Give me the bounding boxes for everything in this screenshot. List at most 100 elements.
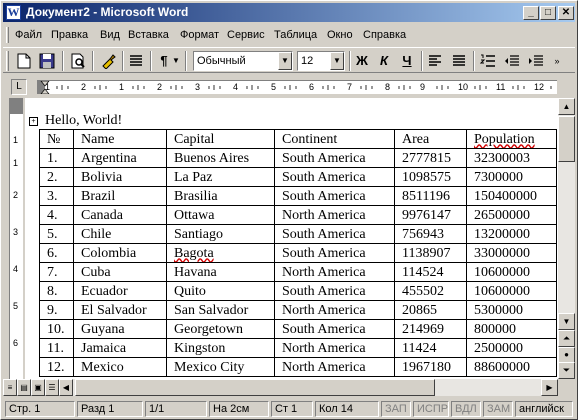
format-painter-icon[interactable]	[97, 51, 119, 71]
horizontal-scroll-thumb[interactable]	[75, 379, 435, 396]
table-cell[interactable]: El Salvador	[73, 300, 167, 320]
table-cell[interactable]: South America	[274, 281, 395, 301]
header-cell[interactable]: Continent	[274, 129, 395, 149]
table-cell[interactable]: 10600000	[466, 281, 557, 301]
table-cell[interactable]: Brasilia	[166, 186, 275, 206]
status-track-changes[interactable]: ИСПР	[413, 401, 449, 417]
table-cell[interactable]: Kingston	[166, 338, 275, 358]
word-app-icon[interactable]: W	[6, 5, 21, 20]
header-cell[interactable]: Name	[73, 129, 167, 149]
vertical-ruler[interactable]: 1 1 2 3 4 5 6	[3, 98, 25, 379]
table-cell[interactable]: San Salvador	[166, 300, 275, 320]
table-cell[interactable]: 5300000	[466, 300, 557, 320]
close-button[interactable]: ✕	[558, 6, 574, 20]
table-cell[interactable]: Bagota	[166, 243, 275, 263]
table-cell[interactable]: Colombia	[73, 243, 167, 263]
table-cell[interactable]: South America	[274, 319, 395, 339]
header-cell[interactable]: Population	[466, 129, 557, 149]
status-extend-selection[interactable]: ВДЛ	[451, 401, 481, 417]
table-cell[interactable]: 1967180	[394, 357, 467, 377]
table-cell[interactable]: 9976147	[394, 205, 467, 225]
table-cell[interactable]: 6.	[39, 243, 74, 263]
table-cell[interactable]: South America	[274, 243, 395, 263]
style-select[interactable]: Обычный ▼	[193, 51, 293, 71]
table-cell[interactable]: Guyana	[73, 319, 167, 339]
chevron-down-icon[interactable]: ▼	[330, 52, 344, 70]
menu-edit[interactable]: Правка	[51, 28, 88, 42]
table-cell[interactable]: 88600000	[466, 357, 557, 377]
ruler-strip[interactable]: 1 2 1 2 3 4 5 6 7 8 9 10 11 12	[37, 80, 557, 94]
toolbar-options-chevron-icon[interactable]: »	[551, 51, 563, 71]
menu-format[interactable]: Формат	[180, 28, 219, 42]
table-cell[interactable]: 8.	[39, 281, 74, 301]
table-cell[interactable]: 13200000	[466, 224, 557, 244]
table-cell[interactable]: 26500000	[466, 205, 557, 225]
table-cell[interactable]: Buenos Aires	[166, 148, 275, 168]
table-cell[interactable]: South America	[274, 224, 395, 244]
scroll-right-icon[interactable]: ▶	[541, 379, 558, 396]
menu-window[interactable]: Окно	[327, 28, 353, 42]
table-cell[interactable]: 2777815	[394, 148, 467, 168]
table-cell[interactable]: South America	[274, 148, 395, 168]
header-cell[interactable]: №	[39, 129, 74, 149]
table-cell[interactable]: North America	[274, 300, 395, 320]
numbered-list-icon[interactable]	[477, 51, 499, 71]
next-page-icon[interactable]: ⏷	[558, 362, 575, 379]
menu-table[interactable]: Таблица	[274, 28, 317, 42]
table-cell[interactable]: 214969	[394, 319, 467, 339]
menu-tools[interactable]: Сервис	[227, 28, 265, 42]
table-cell[interactable]: Ottawa	[166, 205, 275, 225]
toolbar-grip[interactable]	[6, 51, 9, 71]
table-cell[interactable]: Cuba	[73, 262, 167, 282]
vertical-ruler-strip[interactable]: 1 1 2 3 4 5 6	[9, 98, 23, 379]
horizontal-ruler[interactable]: L 1 2 1 2 3 4 5 6 7 8 9 10 11 12	[3, 76, 575, 98]
menu-insert[interactable]: Вставка	[128, 28, 169, 42]
table-cell[interactable]: 7300000	[466, 167, 557, 187]
new-document-icon[interactable]	[13, 51, 35, 71]
header-cell[interactable]: Area	[394, 129, 467, 149]
table-cell[interactable]: 3.	[39, 186, 74, 206]
print-preview-icon[interactable]	[67, 51, 89, 71]
table-cell[interactable]: Jamaica	[73, 338, 167, 358]
table-cell[interactable]: Georgetown	[166, 319, 275, 339]
table-cell[interactable]: 455502	[394, 281, 467, 301]
title-bar[interactable]: W Документ2 - Microsoft Word _ □ ✕	[3, 3, 575, 22]
chevron-down-icon[interactable]: ▼	[171, 51, 181, 71]
normal-view-icon[interactable]: ≡	[3, 379, 17, 396]
table-cell[interactable]: Ecuador	[73, 281, 167, 301]
table-cell[interactable]: North America	[274, 338, 395, 358]
table-cell[interactable]: La Paz	[166, 167, 275, 187]
table-cell[interactable]: 9.	[39, 300, 74, 320]
italic-button[interactable]: К	[373, 51, 395, 71]
table-cell[interactable]: 10.	[39, 319, 74, 339]
previous-page-icon[interactable]: ⏶	[558, 330, 575, 347]
increase-indent-icon[interactable]	[525, 51, 547, 71]
table-cell[interactable]: Santiago	[166, 224, 275, 244]
table-cell[interactable]: 32300003	[466, 148, 557, 168]
table-cell[interactable]: 2500000	[466, 338, 557, 358]
table-cell[interactable]: 114524	[394, 262, 467, 282]
menu-help[interactable]: Справка	[363, 28, 406, 42]
web-layout-view-icon[interactable]: ▤	[17, 379, 31, 396]
table-cell[interactable]: Chile	[73, 224, 167, 244]
font-size-select[interactable]: 12 ▼	[297, 51, 345, 71]
maximize-button[interactable]: □	[540, 6, 556, 20]
scroll-down-icon[interactable]: ▼	[558, 313, 575, 330]
tab-selector-button[interactable]: L	[11, 79, 27, 95]
table-cell[interactable]: Quito	[166, 281, 275, 301]
table-cell[interactable]: Mexico City	[166, 357, 275, 377]
table-cell[interactable]: 4.	[39, 205, 74, 225]
table-cell[interactable]: 1138907	[394, 243, 467, 263]
table-cell[interactable]: 20865	[394, 300, 467, 320]
table-cell[interactable]: 12.	[39, 357, 74, 377]
header-cell[interactable]: Capital	[166, 129, 275, 149]
table-cell[interactable]: Mexico	[73, 357, 167, 377]
table-cell[interactable]: 1.	[39, 148, 74, 168]
horizontal-scrollbar[interactable]: ≡ ▤ ▣ ☰ ◀ ▶	[3, 379, 558, 396]
table-cell[interactable]: 11.	[39, 338, 74, 358]
table-cell[interactable]: 8511196	[394, 186, 467, 206]
table-cell[interactable]: 800000	[466, 319, 557, 339]
table-cell[interactable]: North America	[274, 357, 395, 377]
table-cell[interactable]: Bolivia	[73, 167, 167, 187]
menu-grip[interactable]	[6, 27, 9, 43]
